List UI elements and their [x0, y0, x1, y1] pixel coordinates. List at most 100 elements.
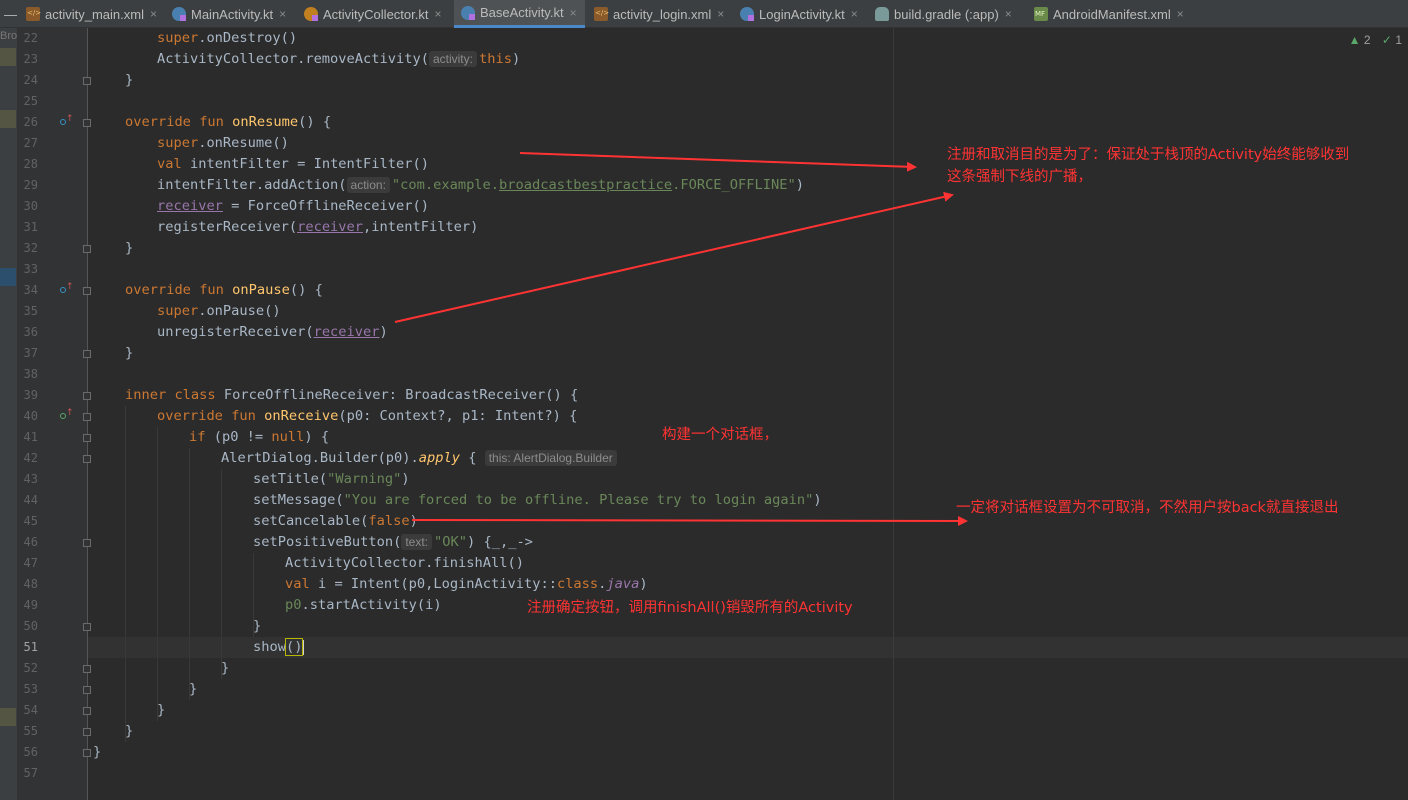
code-line-53[interactable]: } [189, 679, 197, 700]
code-line-23[interactable]: ActivityCollector.removeActivity(activit… [157, 49, 520, 70]
code-line-44[interactable]: setMessage("You are forced to be offline… [253, 490, 822, 511]
manifest-icon [1034, 7, 1048, 21]
indent-guide [157, 427, 158, 721]
tab-activity-main-xml[interactable]: activity_main.xml× [26, 0, 157, 28]
fold-marker[interactable] [83, 707, 91, 715]
parameter-hint: text: [401, 534, 433, 550]
tab-android-manifest[interactable]: AndroidManifest.xml× [1034, 0, 1184, 28]
code-line-54[interactable]: } [157, 700, 165, 721]
code-line-24[interactable]: } [125, 70, 133, 91]
code-line-40[interactable]: override fun onReceive(p0: Context?, p1:… [157, 406, 577, 427]
line-number: 51 [23, 640, 38, 654]
code-line-36[interactable]: unregisterReceiver(receiver) [157, 322, 388, 343]
minus-icon: — [4, 6, 17, 22]
xml-file-icon [594, 7, 609, 21]
code-line-41[interactable]: if (p0 != null) { [189, 427, 329, 448]
line-number: 54 [23, 703, 38, 717]
code-line-27[interactable]: super.onResume() [157, 133, 289, 154]
code-line-56[interactable]: } [93, 742, 101, 763]
fold-marker[interactable] [83, 539, 91, 547]
code-line-32[interactable]: } [125, 238, 133, 259]
code-line-22[interactable]: super.onDestroy() [157, 28, 297, 49]
code-line-42[interactable]: AlertDialog.Builder(p0).apply { this: Al… [221, 448, 619, 469]
fold-marker[interactable] [83, 728, 91, 736]
inspection-status[interactable]: ▲ 2 ✓ 1 [1349, 33, 1402, 51]
code-line-51[interactable]: show() [253, 637, 305, 658]
fold-marker[interactable] [83, 77, 91, 85]
fold-marker[interactable] [83, 119, 91, 127]
close-icon[interactable]: × [1005, 7, 1012, 21]
code-line-43[interactable]: setTitle("Warning") [253, 469, 410, 490]
arrow-to-registration-note [394, 191, 954, 323]
code-line-31[interactable]: registerReceiver(receiver,intentFilter) [157, 217, 478, 238]
line-number: 34 [23, 283, 38, 297]
line-number: 27 [23, 136, 38, 150]
matched-brackets: () [284, 638, 304, 656]
fold-marker[interactable] [83, 455, 91, 463]
editor-tab-bar: — activity_main.xml× MainActivity.kt× Ac… [0, 0, 1408, 28]
fold-marker[interactable] [83, 434, 91, 442]
code-line-39[interactable]: inner class ForceOfflineReceiver: Broadc… [125, 385, 578, 406]
code-line-28[interactable]: val intentFilter = IntentFilter() [157, 154, 429, 175]
strip-marker [0, 48, 16, 66]
tab-login-activity-kt[interactable]: LoginActivity.kt × [740, 0, 858, 28]
code-line-55[interactable]: } [125, 721, 133, 742]
close-icon[interactable]: × [279, 7, 286, 21]
xml-file-icon [26, 7, 41, 21]
line-number: 43 [23, 472, 38, 486]
line-number: 30 [23, 199, 38, 213]
close-icon[interactable]: × [717, 7, 724, 21]
line-number: 49 [23, 598, 38, 612]
code-line-49[interactable]: p0.startActivity(i) [285, 595, 442, 616]
line-number: 26 [23, 115, 38, 129]
tab-main-activity-kt[interactable]: MainActivity.kt × [172, 0, 286, 28]
tab-activity-collector-kt[interactable]: ActivityCollector.kt × [304, 0, 442, 28]
code-line-34[interactable]: override fun onPause() { [125, 280, 323, 301]
override-method-icon[interactable] [60, 114, 74, 128]
kotlin-file-icon [461, 5, 475, 20]
line-number: 57 [23, 766, 38, 780]
code-line-45[interactable]: setCancelable(false) [253, 511, 418, 532]
code-line-29[interactable]: intentFilter.addAction(action: "com.examp… [157, 175, 804, 196]
line-number: 32 [23, 241, 38, 255]
code-line-35[interactable]: super.onPause() [157, 301, 281, 322]
close-icon[interactable]: × [570, 6, 577, 20]
line-number: 47 [23, 556, 38, 570]
tab-base-activity-kt[interactable]: BaseActivity.kt × [454, 0, 585, 28]
tab-build-gradle[interactable]: build.gradle (:app) × [875, 0, 1012, 28]
close-icon[interactable]: × [1177, 7, 1184, 21]
code-line-46[interactable]: setPositiveButton(text: "OK") {_,_-> [253, 532, 533, 553]
code-line-26[interactable]: override fun onResume() { [125, 112, 331, 133]
line-number: 48 [23, 577, 38, 591]
left-tool-strip: Bro [0, 28, 18, 800]
side-panel-label[interactable]: Bro [0, 30, 17, 42]
fold-marker[interactable] [83, 623, 91, 631]
line-number: 31 [23, 220, 38, 234]
code-line-48[interactable]: val i = Intent(p0,LoginActivity::class.j… [285, 574, 648, 595]
close-icon[interactable]: × [851, 7, 858, 21]
code-line-50[interactable]: } [253, 616, 261, 637]
line-number: 25 [23, 94, 38, 108]
kotlin-object-icon [304, 7, 318, 21]
fold-marker[interactable] [83, 245, 91, 253]
line-number: 39 [23, 388, 38, 402]
code-line-30[interactable]: receiver = ForceOfflineReceiver() [157, 196, 429, 217]
fold-marker[interactable] [83, 413, 91, 421]
close-icon[interactable]: × [434, 7, 441, 21]
code-line-37[interactable]: } [125, 343, 133, 364]
line-number: 37 [23, 346, 38, 360]
override-method-icon[interactable] [60, 282, 74, 296]
code-line-52[interactable]: } [221, 658, 229, 679]
line-number: 22 [23, 31, 38, 45]
fold-marker[interactable] [83, 392, 91, 400]
tab-overflow[interactable]: — [0, 0, 22, 28]
tab-activity-login-xml[interactable]: activity_login.xml× [594, 0, 724, 28]
implement-method-icon[interactable] [60, 408, 74, 422]
fold-marker[interactable] [83, 287, 91, 295]
fold-marker[interactable] [83, 749, 91, 757]
fold-marker[interactable] [83, 665, 91, 673]
fold-marker[interactable] [83, 350, 91, 358]
code-line-47[interactable]: ActivityCollector.finishAll() [285, 553, 524, 574]
close-icon[interactable]: × [150, 7, 157, 21]
fold-marker[interactable] [83, 686, 91, 694]
